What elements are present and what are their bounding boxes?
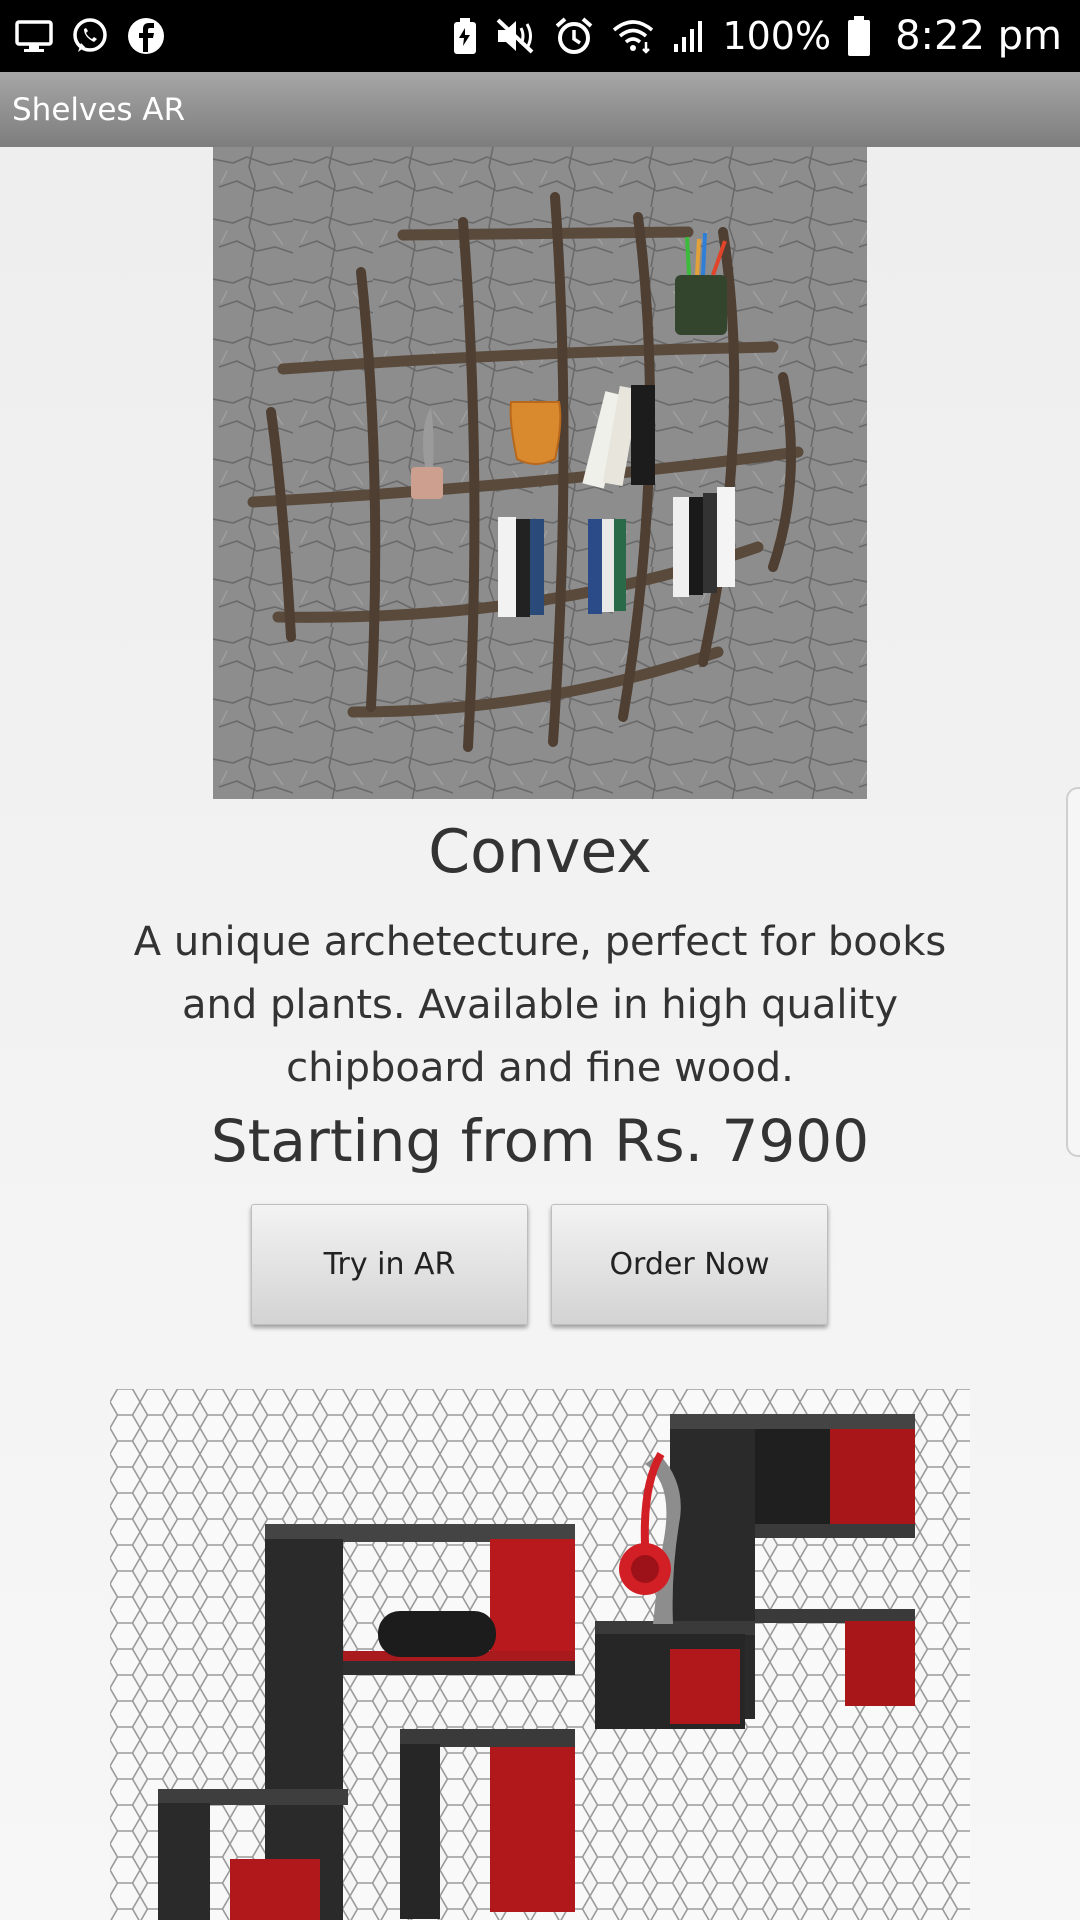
status-bar: 100% 8:22 pm — [0, 0, 1080, 72]
app-title: Shelves AR — [12, 91, 186, 128]
wifi-icon — [610, 16, 656, 56]
status-left-icons — [14, 16, 166, 56]
app-bar: Shelves AR — [0, 72, 1080, 147]
battery-icon — [847, 15, 871, 57]
second-shelf-image — [110, 1389, 970, 1920]
convex-shelf-image — [213, 147, 867, 799]
product-price: Starting from Rs. 7900 — [210, 1107, 870, 1175]
order-now-button[interactable]: Order Now — [551, 1204, 828, 1325]
battery-percent: 100% — [722, 14, 832, 58]
battery-saver-icon — [452, 16, 478, 56]
status-right-icons: 100% 8:22 pm — [452, 13, 1062, 59]
mute-icon — [494, 16, 538, 56]
clock-time: 8:22 pm — [895, 13, 1062, 59]
signal-icon — [672, 16, 706, 56]
alarm-icon — [554, 16, 594, 56]
try-in-ar-button[interactable]: Try in AR — [251, 1204, 528, 1325]
monitor-icon — [14, 18, 54, 54]
facebook-icon — [126, 16, 166, 56]
scroll-handle[interactable] — [1066, 787, 1080, 1157]
product-list[interactable]: Convex A unique archetecture, perfect fo… — [0, 147, 1080, 1920]
product-description: A unique archetecture, perfect for books… — [133, 919, 947, 1091]
product-title: Convex — [428, 817, 652, 887]
whatsapp-icon — [70, 16, 110, 56]
